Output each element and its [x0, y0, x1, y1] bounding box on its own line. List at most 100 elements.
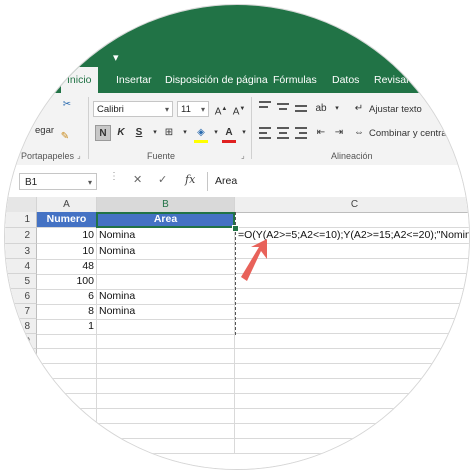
column-header-c[interactable]: C: [235, 197, 469, 213]
format-painter-icon[interactable]: ✎: [57, 129, 73, 145]
chevron-down-icon[interactable]: ▾: [177, 125, 193, 141]
empty-cell[interactable]: [97, 379, 235, 394]
empty-cell[interactable]: [37, 439, 97, 454]
empty-cell[interactable]: [235, 394, 469, 409]
orientation-icon[interactable]: ab: [313, 101, 329, 117]
cell-b2[interactable]: Nomina: [97, 228, 235, 244]
row-header-6[interactable]: 6: [5, 289, 37, 304]
empty-cell[interactable]: [235, 379, 469, 394]
cell-b8[interactable]: [97, 319, 235, 335]
wrap-text-button[interactable]: Ajustar texto: [369, 104, 422, 115]
empty-cell[interactable]: [235, 409, 469, 424]
bold-button[interactable]: N: [95, 125, 111, 141]
clipboard-launcher-icon[interactable]: ⌟: [77, 151, 81, 160]
empty-cell[interactable]: [97, 349, 235, 364]
cell-a1[interactable]: Numero: [37, 212, 97, 228]
enter-icon[interactable]: ✓: [158, 173, 167, 186]
row-header-9[interactable]: 9: [5, 334, 37, 349]
row-header-11[interactable]: 11: [5, 364, 37, 379]
empty-cell[interactable]: [235, 304, 469, 319]
empty-cell[interactable]: [37, 424, 97, 439]
cell-a5[interactable]: 100: [37, 274, 97, 290]
increase-indent-icon[interactable]: ⇥: [331, 125, 347, 141]
tab-datos[interactable]: Datos: [332, 67, 359, 93]
merge-icon[interactable]: ⇔: [351, 125, 367, 141]
empty-cell[interactable]: [97, 364, 235, 379]
italic-button[interactable]: K: [113, 125, 129, 141]
wrap-text-icon[interactable]: ↵: [351, 101, 367, 117]
empty-cell[interactable]: [97, 334, 235, 349]
borders-icon[interactable]: ⊞: [161, 125, 177, 141]
empty-cell[interactable]: [235, 439, 469, 454]
tab-disposicion[interactable]: Disposición de página: [165, 67, 268, 93]
cell-b7[interactable]: Nomina: [97, 304, 235, 320]
empty-cell[interactable]: [97, 409, 235, 424]
name-box[interactable]: B1 ▾: [19, 173, 97, 190]
empty-cell[interactable]: [37, 334, 97, 349]
tab-more-icon[interactable]: ♀: [425, 67, 433, 93]
empty-cell[interactable]: [235, 289, 469, 304]
font-size-box[interactable]: 11 ▾: [177, 101, 209, 117]
row-header-16[interactable]: 16: [5, 439, 37, 454]
cut-icon[interactable]: ✂: [59, 97, 75, 113]
drag-handle-icon[interactable]: ⋮: [109, 171, 119, 182]
empty-cell[interactable]: [235, 319, 469, 334]
column-header-b[interactable]: B: [97, 197, 235, 213]
empty-cell[interactable]: [37, 349, 97, 364]
empty-cell[interactable]: [235, 334, 469, 349]
empty-cell[interactable]: [97, 439, 235, 454]
cell-a4[interactable]: 48: [37, 259, 97, 275]
insert-function-icon[interactable]: fx: [185, 173, 195, 186]
cell-b1[interactable]: Area: [97, 212, 235, 228]
row-header-15[interactable]: 15: [5, 424, 37, 439]
row-header-2[interactable]: 2: [5, 228, 37, 244]
increase-font-icon[interactable]: A▲: [213, 101, 229, 117]
row-header-12[interactable]: 12: [5, 379, 37, 394]
cell-b3[interactable]: Nomina: [97, 244, 235, 260]
empty-cell[interactable]: [235, 349, 469, 364]
font-name-box[interactable]: Calibri ▾: [93, 101, 173, 117]
font-color-icon[interactable]: A: [221, 125, 237, 141]
empty-cell[interactable]: [37, 379, 97, 394]
row-header-14[interactable]: 14: [5, 409, 37, 424]
cell-b5[interactable]: [97, 274, 235, 290]
underline-button[interactable]: S: [131, 125, 147, 141]
decrease-indent-icon[interactable]: ⇤: [313, 125, 329, 141]
cell-a6[interactable]: 6: [37, 289, 97, 305]
formula-input[interactable]: Area: [207, 172, 469, 191]
row-header-4[interactable]: 4: [5, 259, 37, 274]
empty-cell[interactable]: [37, 409, 97, 424]
tab-insertar[interactable]: Insertar: [116, 67, 152, 93]
cell-b4[interactable]: [97, 259, 235, 275]
chevron-down-icon[interactable]: ▾: [329, 101, 345, 117]
cell-a2[interactable]: 10: [37, 228, 97, 244]
empty-cell[interactable]: [235, 424, 469, 439]
merge-center-button[interactable]: Combinar y centra: [369, 128, 447, 139]
column-header-a[interactable]: A: [37, 197, 97, 213]
empty-cell[interactable]: [97, 424, 235, 439]
select-all-corner[interactable]: [5, 197, 37, 213]
quick-access-icon[interactable]: ▾: [113, 51, 119, 64]
cancel-icon[interactable]: ✕: [133, 173, 142, 186]
empty-cell[interactable]: [235, 212, 469, 228]
tab-inicio[interactable]: Inicio: [61, 67, 98, 93]
row-header-13[interactable]: 13: [5, 394, 37, 409]
empty-cell[interactable]: [37, 364, 97, 379]
cell-a7[interactable]: 8: [37, 304, 97, 320]
row-header-1[interactable]: 1: [5, 212, 37, 228]
row-header-5[interactable]: 5: [5, 274, 37, 289]
decrease-font-icon[interactable]: A▼: [231, 101, 247, 117]
chevron-down-icon[interactable]: ▾: [236, 125, 252, 141]
empty-cell[interactable]: [235, 364, 469, 379]
cell-a3[interactable]: 10: [37, 244, 97, 260]
cell-a8[interactable]: 1: [37, 319, 97, 335]
tab-revisar[interactable]: Revisar: [374, 67, 410, 93]
paste-button[interactable]: egar: [35, 125, 54, 136]
row-header-10[interactable]: 10: [5, 349, 37, 364]
cell-b6[interactable]: Nomina: [97, 289, 235, 305]
tab-formulas[interactable]: Fórmulas: [273, 67, 317, 93]
font-launcher-icon[interactable]: ⌟: [241, 151, 245, 160]
row-header-7[interactable]: 7: [5, 304, 37, 319]
row-header-3[interactable]: 3: [5, 244, 37, 259]
fill-color-icon[interactable]: ◈: [193, 125, 209, 141]
